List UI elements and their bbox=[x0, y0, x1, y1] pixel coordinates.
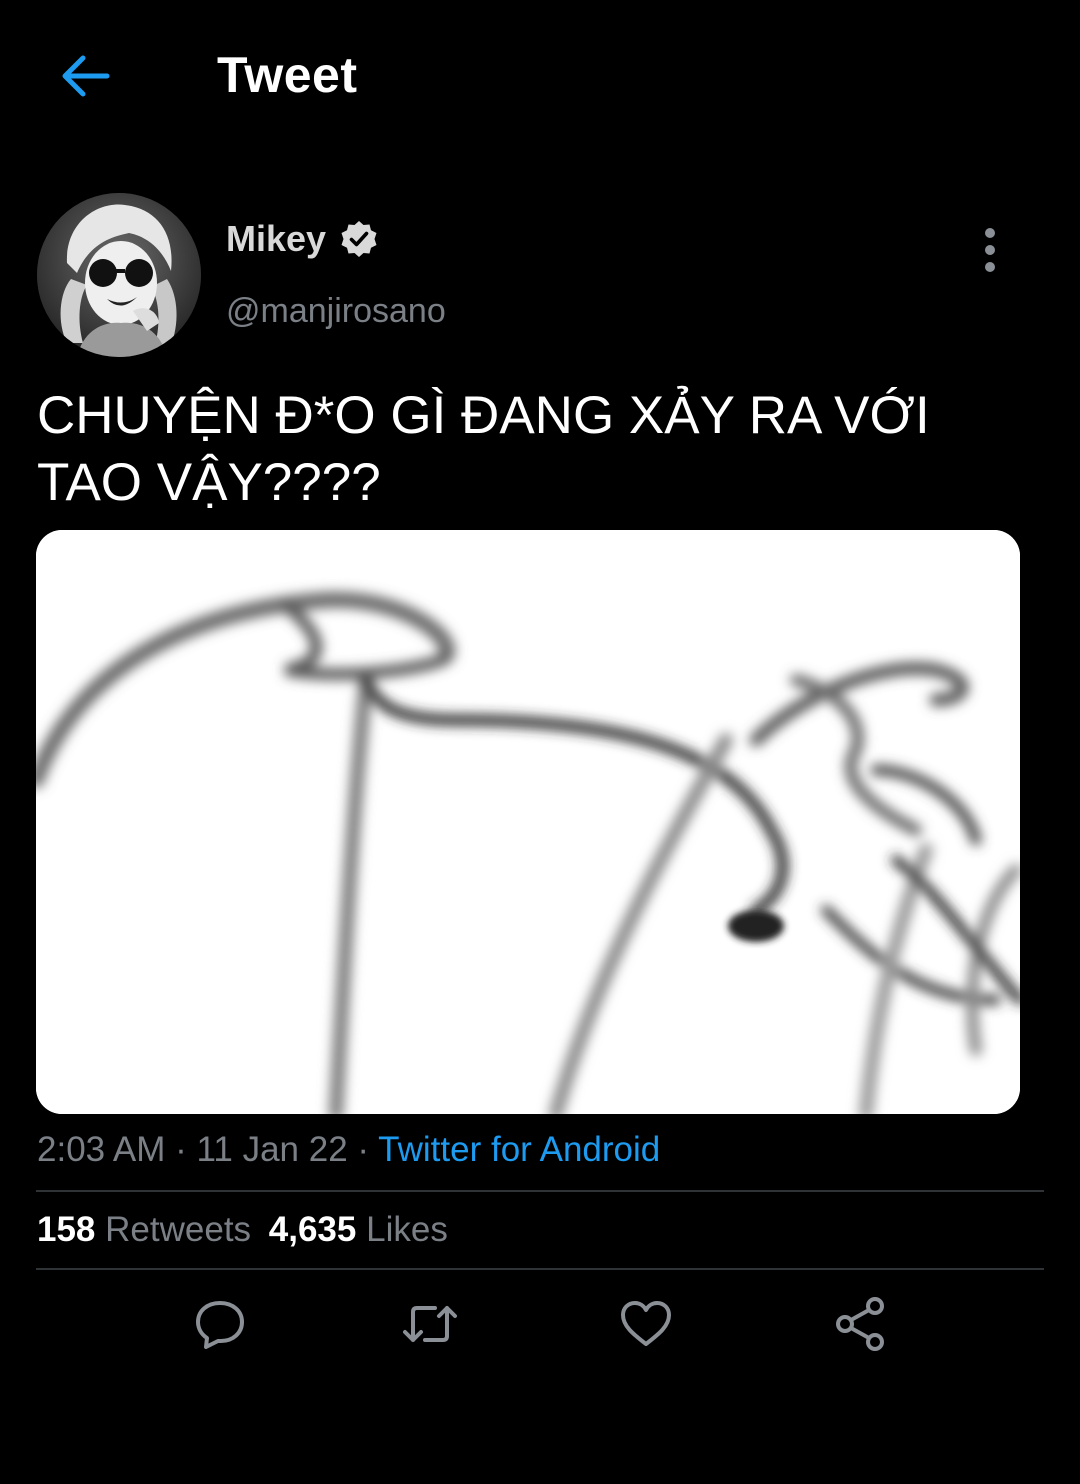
tweet-text-line: CHUYỆN Đ*O GÌ ĐANG XẢY RA VỚI bbox=[37, 386, 930, 445]
tweet-text-line: TAO VẬY???? bbox=[37, 453, 381, 512]
tweet-text: CHUYỆN Đ*O GÌ ĐANG XẢY RA VỚI TAO VẬY???… bbox=[37, 382, 1027, 516]
tweet-time: 2:03 AM bbox=[37, 1130, 166, 1169]
divider bbox=[36, 1190, 1044, 1192]
avatar[interactable] bbox=[37, 193, 201, 357]
page-title: Tweet bbox=[217, 47, 358, 103]
tweet-date: 11 Jan 22 bbox=[196, 1130, 348, 1169]
verified-badge-icon bbox=[340, 220, 378, 258]
avatar-image bbox=[37, 193, 201, 357]
tweet-stats: 158 Retweets 4,635 Likes bbox=[37, 1210, 456, 1250]
back-button[interactable] bbox=[52, 44, 116, 108]
heart-icon bbox=[621, 1301, 671, 1346]
likes-count: 4,635 bbox=[268, 1210, 357, 1249]
tweet-media-image[interactable] bbox=[36, 530, 1020, 1114]
retweets-stat[interactable]: 158 Retweets bbox=[37, 1210, 251, 1249]
user-handle: @manjirosano bbox=[226, 292, 446, 330]
blurred-sketch-image bbox=[36, 530, 1020, 1114]
arrow-left-icon bbox=[62, 55, 110, 97]
meta-separator: · bbox=[347, 1130, 379, 1169]
author-row: Mikey bbox=[226, 218, 378, 260]
retweets-count: 158 bbox=[37, 1210, 96, 1249]
retweets-label: Retweets bbox=[105, 1210, 252, 1249]
user-name[interactable]: Mikey bbox=[226, 218, 326, 260]
share-button[interactable] bbox=[830, 1294, 890, 1354]
tweet-metadata: 2:03 AM · 11 Jan 22 · Twitter for Androi… bbox=[37, 1130, 660, 1170]
reply-button[interactable] bbox=[190, 1294, 250, 1354]
reply-icon bbox=[196, 1301, 244, 1349]
retweet-icon bbox=[403, 1306, 457, 1342]
more-options-button[interactable] bbox=[966, 222, 1014, 278]
retweet-button[interactable] bbox=[400, 1294, 460, 1354]
top-bar: Tweet bbox=[0, 0, 1080, 150]
more-vertical-icon bbox=[985, 228, 995, 272]
tweet-source-link[interactable]: Twitter for Android bbox=[378, 1130, 660, 1169]
share-icon bbox=[836, 1297, 884, 1351]
likes-stat[interactable]: 4,635 Likes bbox=[269, 1210, 448, 1249]
likes-label: Likes bbox=[366, 1210, 448, 1249]
like-button[interactable] bbox=[616, 1294, 676, 1354]
divider bbox=[36, 1268, 1044, 1270]
meta-separator: · bbox=[165, 1130, 197, 1169]
